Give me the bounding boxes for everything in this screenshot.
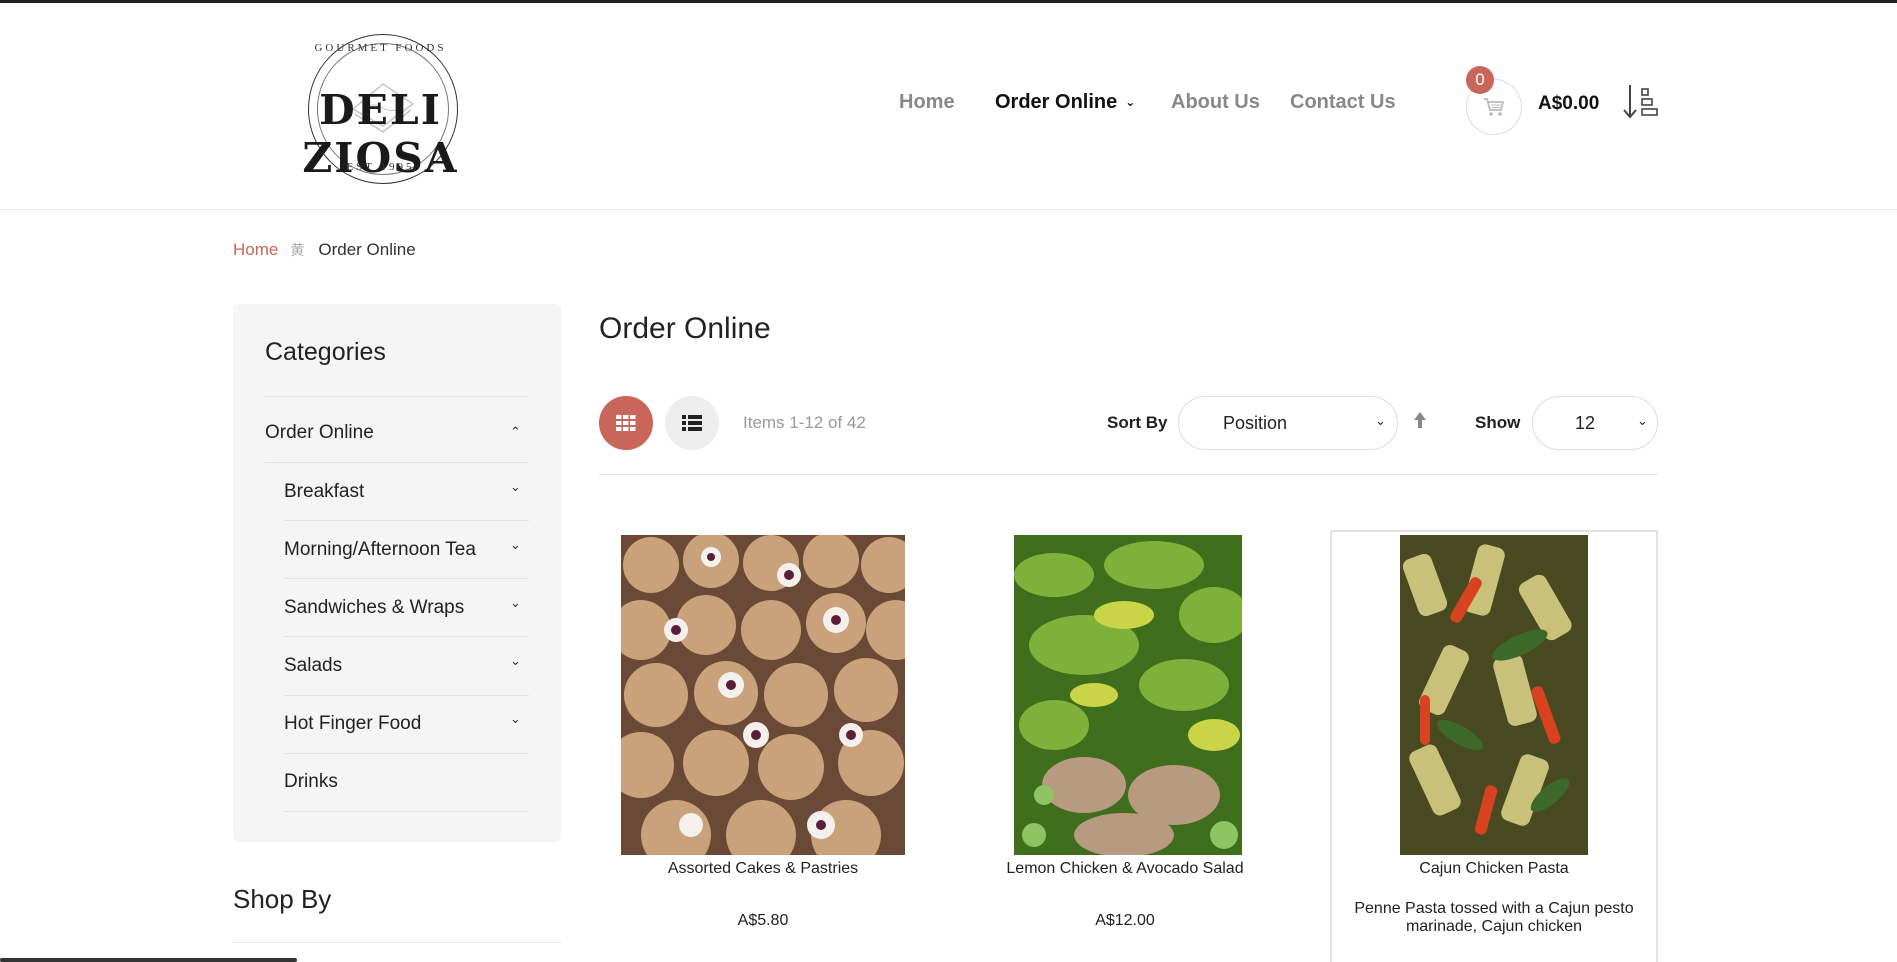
divider (233, 942, 561, 943)
chevron-down-icon: ⌄ (1125, 95, 1136, 109)
sort-descending-icon[interactable] (1622, 83, 1660, 121)
cart-total[interactable]: A$0.00 (1538, 93, 1599, 115)
horizontal-scrollbar[interactable] (0, 958, 297, 962)
page-title: Order Online (599, 312, 771, 345)
chevron-down-icon[interactable]: ⌄ (510, 595, 521, 611)
divider (284, 753, 529, 754)
nav-about-us[interactable]: About Us (1171, 91, 1260, 114)
category-salads[interactable]: Salads (284, 655, 342, 677)
show-per-page-value: 12 (1575, 413, 1596, 433)
sort-direction-arrow-icon[interactable] (1412, 411, 1428, 429)
breadcrumb: Home ⻩ Order Online (233, 240, 416, 260)
category-hot-finger-food[interactable]: Hot Finger Food (284, 713, 421, 735)
product-image-lemon-chicken-salad[interactable] (1014, 535, 1242, 855)
chevron-down-icon[interactable]: ⌄ (510, 479, 521, 495)
divider (284, 811, 529, 812)
categories-title: Categories (265, 338, 386, 366)
product-name[interactable]: Cajun Chicken Pasta (1330, 860, 1658, 878)
logo[interactable]: GOURMET FOODS DELI ZIOSA EST 1995 (233, 34, 528, 186)
product-description: Penne Pasta tossed with a Cajun pesto ma… (1354, 900, 1634, 935)
show-per-page-select[interactable]: 12 ⌄ (1532, 396, 1658, 450)
shop-by-title: Shop By (233, 884, 332, 914)
nav-contact-us[interactable]: Contact Us (1290, 91, 1396, 114)
product-name[interactable]: Assorted Cakes & Pastries (621, 860, 905, 878)
show-label: Show (1475, 413, 1521, 432)
chevron-right-icon: ⻩ (290, 242, 305, 258)
product-price: A$5.80 (737, 912, 789, 929)
nav-order-online[interactable]: Order Online ⌄ (995, 91, 1135, 114)
divider (265, 462, 529, 463)
nav-order-online-label: Order Online (995, 91, 1118, 113)
sort-by-label: Sort By (1107, 413, 1168, 432)
grid-view-button[interactable] (599, 396, 653, 450)
breadcrumb-current: Order Online (318, 240, 416, 259)
logo-tagline: GOURMET FOODS (314, 42, 447, 54)
site-header: GOURMET FOODS DELI ZIOSA EST 1995 Home O… (0, 3, 1897, 210)
chevron-down-icon[interactable]: ⌄ (510, 711, 521, 727)
divider (284, 578, 529, 579)
product-image-cajun-chicken-pasta[interactable] (1400, 535, 1588, 855)
divider (265, 396, 529, 397)
category-breakfast[interactable]: Breakfast (284, 481, 364, 503)
list-view-button[interactable] (665, 396, 719, 450)
items-count: Items 1-12 of 42 (743, 413, 866, 432)
cart-count-badge: 0 (1466, 66, 1494, 94)
category-drinks[interactable]: Drinks (284, 771, 338, 793)
chevron-down-icon: ⌄ (1375, 413, 1386, 428)
chevron-up-icon[interactable]: ⌃ (510, 424, 521, 440)
sort-by-value: Position (1223, 413, 1288, 433)
category-order-online[interactable]: Order Online (265, 422, 374, 444)
product-image-cakes[interactable] (621, 535, 905, 855)
divider (284, 520, 529, 521)
nav-home[interactable]: Home (899, 91, 955, 114)
category-morning-afternoon-tea[interactable]: Morning/Afternoon Tea (284, 539, 476, 561)
category-sandwiches-wraps[interactable]: Sandwiches & Wraps (284, 597, 464, 619)
divider (599, 474, 1658, 475)
list-icon (682, 415, 702, 431)
product-name[interactable]: Lemon Chicken & Avocado Salad (975, 860, 1275, 878)
product-price: A$12.00 (1095, 912, 1155, 929)
sort-by-select[interactable]: Position ⌄ (1178, 396, 1398, 450)
chevron-down-icon: ⌄ (1637, 413, 1648, 428)
divider (284, 636, 529, 637)
chevron-down-icon[interactable]: ⌄ (510, 653, 521, 669)
cart-icon (1484, 98, 1505, 116)
grid-icon (616, 415, 636, 431)
divider (284, 695, 529, 696)
chevron-down-icon[interactable]: ⌄ (510, 537, 521, 553)
categories-panel: Categories Order Online ⌃ Breakfast ⌄ Mo… (233, 304, 561, 842)
logo-established: EST 1995 (346, 161, 415, 173)
breadcrumb-home[interactable]: Home (233, 240, 278, 259)
